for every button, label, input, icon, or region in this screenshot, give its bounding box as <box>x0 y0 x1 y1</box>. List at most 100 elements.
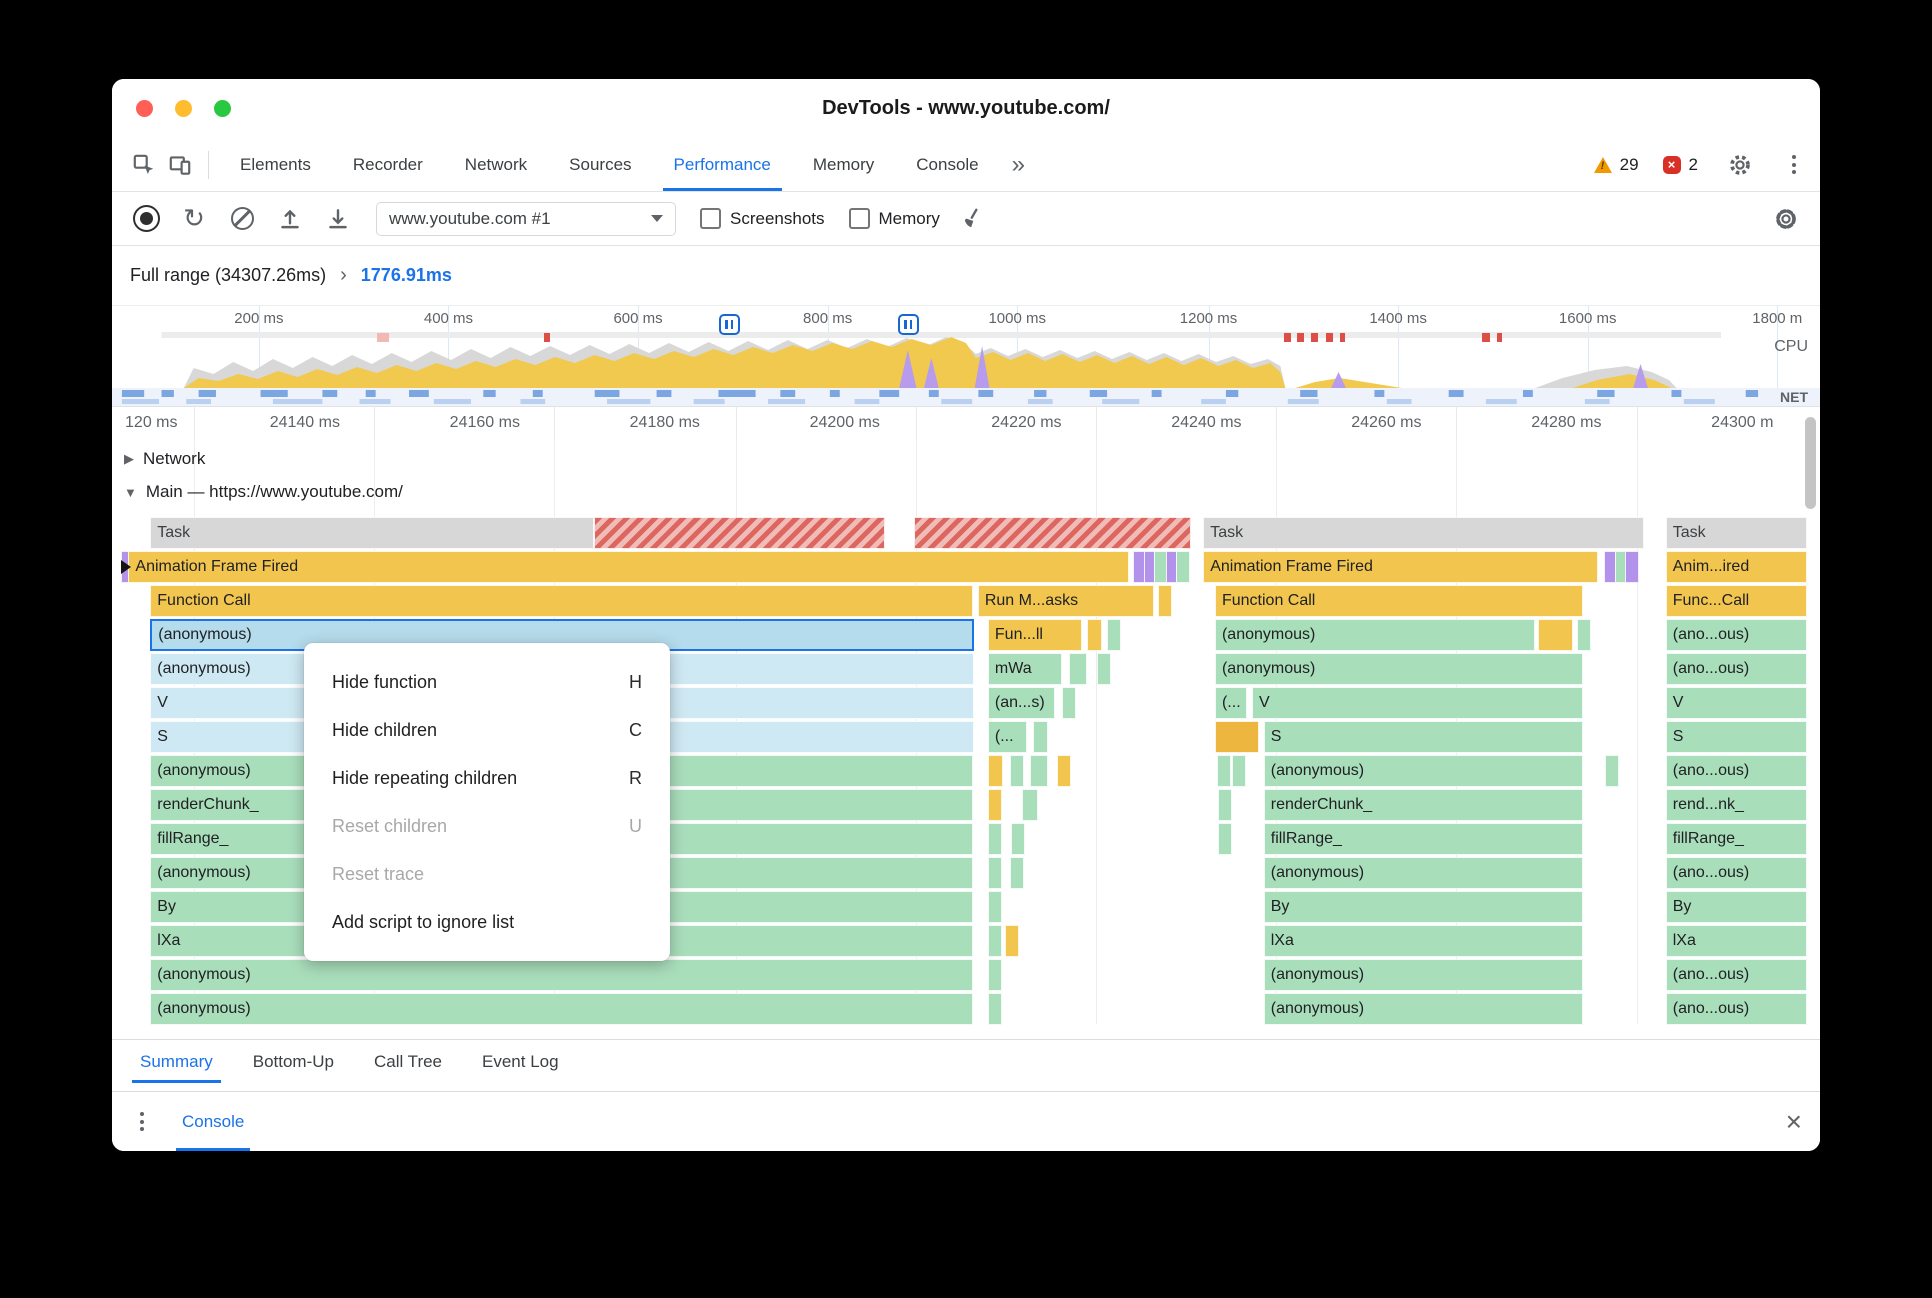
tab-network[interactable]: Network <box>444 138 548 191</box>
breadcrumb-full-range[interactable]: Full range (34307.26ms) <box>130 265 326 286</box>
frame-an-s[interactable]: (an...s) <box>987 687 1056 719</box>
record-button[interactable] <box>130 203 162 235</box>
breadcrumb-selected-range[interactable]: 1776.91ms <box>361 265 452 286</box>
menu-item-hide-children[interactable]: Hide children C <box>304 706 670 754</box>
flame-frame[interactable] <box>1214 721 1259 753</box>
flame-frame[interactable] <box>1061 687 1076 719</box>
more-tabs-chevron[interactable]: » <box>1000 151 1037 179</box>
flame-frame[interactable] <box>1011 823 1026 855</box>
save-profile-icon[interactable] <box>322 203 354 235</box>
frame-by[interactable]: By <box>1263 891 1584 923</box>
selection-handle-right[interactable] <box>897 314 919 335</box>
frame-anonymous[interactable]: (anonymous) <box>1263 857 1584 889</box>
frame-ano-ous[interactable]: (ano...ous) <box>1665 653 1808 685</box>
flame-frame[interactable] <box>987 857 1002 889</box>
scrollbar-thumb[interactable] <box>1805 417 1816 509</box>
flame-frame[interactable] <box>1218 823 1233 855</box>
frame-anonymous[interactable]: (anonymous) <box>1263 959 1584 991</box>
clear-recording-button[interactable] <box>226 203 258 235</box>
load-profile-icon[interactable] <box>274 203 306 235</box>
tab-memory[interactable]: Memory <box>792 138 895 191</box>
flame-frame[interactable] <box>1218 789 1233 821</box>
tab-recorder[interactable]: Recorder <box>332 138 444 191</box>
flame-frame[interactable] <box>1056 755 1071 787</box>
frame-fillrange[interactable]: fillRange_ <box>1263 823 1584 855</box>
flame-frame[interactable] <box>987 823 1002 855</box>
flame-frame[interactable] <box>1029 755 1049 787</box>
collect-garbage-icon[interactable] <box>956 203 988 235</box>
network-track-header[interactable]: ▶ Network <box>124 444 205 474</box>
flame-frame[interactable] <box>987 925 1002 957</box>
drawer-menu-icon[interactable] <box>130 1112 154 1131</box>
drawer-tab-console[interactable]: Console <box>174 1092 252 1151</box>
frame-anonymous[interactable]: (anonymous) <box>1263 993 1584 1025</box>
frame-v[interactable]: V <box>1251 687 1584 719</box>
frame-animation-frame-fired[interactable]: Animation Frame Fired <box>128 551 1130 583</box>
frame-func-call[interactable]: Func...Call <box>1665 585 1808 617</box>
selection-handle-left[interactable] <box>718 314 740 335</box>
menu-item-hide-function[interactable]: Hide function H <box>304 658 670 706</box>
frame-task[interactable]: Task <box>1665 517 1808 549</box>
frame-anonymous[interactable]: (anonymous) <box>150 993 973 1025</box>
tab-console[interactable]: Console <box>895 138 999 191</box>
settings-gear-icon[interactable] <box>1722 147 1758 183</box>
memory-checkbox[interactable]: Memory <box>848 208 940 229</box>
frame-animation-frame-fired[interactable]: Animation Frame Fired <box>1203 551 1599 583</box>
frame-anonymous[interactable]: (anonymous) <box>1214 653 1584 685</box>
flame-frame[interactable] <box>1605 755 1620 787</box>
flame-frame[interactable] <box>987 755 1004 787</box>
frame-function-call[interactable]: Function Call <box>150 585 973 617</box>
flame-frame[interactable] <box>1004 925 1019 957</box>
frame-anonymous[interactable]: (anonymous) <box>150 959 973 991</box>
frame-anonymous[interactable]: (anonymous) <box>1214 619 1535 651</box>
flame-frame[interactable] <box>1176 551 1191 583</box>
details-tab-summary[interactable]: Summary <box>120 1040 233 1083</box>
flame-frame[interactable] <box>987 789 1002 821</box>
menu-item-add-script-to-ignore-list[interactable]: Add script to ignore list <box>304 898 670 946</box>
flame-frame[interactable] <box>1107 619 1122 651</box>
errors-badge[interactable]: × 2 <box>1662 155 1698 175</box>
frame-ano-ous[interactable]: (ano...ous) <box>1665 619 1808 651</box>
frame-anonymous[interactable]: (anonymous) <box>1263 755 1584 787</box>
reload-and-record-button[interactable]: ↻ <box>178 203 210 235</box>
frame-ano-ous[interactable]: (ano...ous) <box>1665 959 1808 991</box>
frame-task[interactable]: Task <box>1203 517 1644 549</box>
warnings-badge[interactable]: 29 <box>1593 155 1639 175</box>
flame-frame[interactable] <box>987 959 1002 991</box>
flame-frame[interactable] <box>1576 619 1591 651</box>
flame-frame[interactable] <box>1625 551 1640 583</box>
frame-ano-ous[interactable]: (ano...ous) <box>1665 755 1808 787</box>
details-tab-event-log[interactable]: Event Log <box>462 1040 579 1083</box>
flame-frame[interactable] <box>913 517 1192 549</box>
flame-frame[interactable] <box>1021 789 1039 821</box>
frame-renderchunk[interactable]: renderChunk_ <box>1263 789 1584 821</box>
flame-frame[interactable] <box>1009 755 1024 787</box>
history-dropdown[interactable]: www.youtube.com #1 <box>376 201 676 236</box>
menu-item-hide-repeating-children[interactable]: Hide repeating children R <box>304 754 670 802</box>
tab-performance[interactable]: Performance <box>653 138 792 191</box>
tab-sources[interactable]: Sources <box>548 138 652 191</box>
flame-frame[interactable] <box>1033 721 1049 753</box>
frame-s[interactable]: S <box>1263 721 1584 753</box>
frame-run-m-asks[interactable]: Run M...asks <box>977 585 1155 617</box>
frame-rend-nk[interactable]: rend...nk_ <box>1665 789 1808 821</box>
flame-frame[interactable] <box>1216 755 1231 787</box>
frame-anim-ired[interactable]: Anim...ired <box>1665 551 1808 583</box>
details-tab-call-tree[interactable]: Call Tree <box>354 1040 462 1083</box>
frame-ano-ous[interactable]: (ano...ous) <box>1665 993 1808 1025</box>
frame-s[interactable]: S <box>1665 721 1808 753</box>
frame-fun-ll[interactable]: Fun...ll <box>987 619 1083 651</box>
flame-frame[interactable] <box>1087 619 1103 651</box>
frame-lxa[interactable]: lXa <box>1665 925 1808 957</box>
kebab-menu-icon[interactable] <box>1782 155 1806 174</box>
frame-task[interactable]: Task <box>150 517 595 549</box>
flame-frame[interactable] <box>1231 755 1246 787</box>
flame-frame[interactable] <box>1009 857 1024 889</box>
device-toolbar-icon[interactable] <box>162 147 198 183</box>
tab-elements[interactable]: Elements <box>219 138 332 191</box>
timeline-overview[interactable]: 200 ms 400 ms 600 ms 800 ms 1000 ms 1200 ms 14… <box>112 306 1820 407</box>
flame-frame[interactable] <box>1097 653 1112 685</box>
flame-frame[interactable] <box>987 891 1002 923</box>
details-tab-bottom-up[interactable]: Bottom-Up <box>233 1040 354 1083</box>
frame-frame[interactable]: (... <box>1214 687 1247 719</box>
